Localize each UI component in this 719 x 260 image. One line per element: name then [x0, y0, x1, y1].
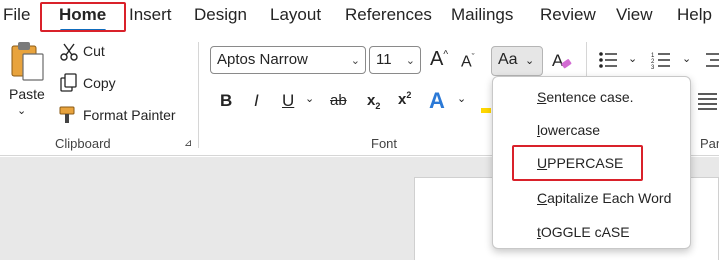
clear-formatting-icon[interactable]: A [551, 50, 573, 72]
chevron-down-icon: ⌄ [350, 55, 360, 67]
clipboard-group-label: Clipboard [55, 136, 111, 151]
change-case-button-label: Aa [498, 51, 518, 68]
chevron-down-icon: ⌄ [525, 55, 535, 67]
paragraph-group-label: Par [700, 136, 719, 151]
bullets-icon[interactable] [598, 50, 618, 70]
menu-item-capitalize-each-word[interactable]: Capitalize Each Word [537, 190, 671, 206]
ribbon-tab-bar: File Home Insert Design Layout Reference… [0, 0, 719, 34]
highlight-color-icon[interactable] [481, 108, 491, 113]
format-painter-icon[interactable] [58, 105, 78, 125]
svg-text:3: 3 [651, 65, 655, 70]
menu-item-label: OGGLE cASE [540, 224, 630, 240]
font-name-combobox[interactable]: Aptos Narrow ⌄ [210, 46, 366, 74]
paste-button-label[interactable]: Paste [9, 86, 45, 102]
menu-item-label: apitalize Each Word [547, 190, 672, 206]
copy-icon[interactable] [59, 73, 79, 93]
tab-file[interactable]: File [3, 5, 30, 25]
text-effects-icon[interactable]: A [429, 88, 445, 114]
copy-button-label[interactable]: Copy [83, 75, 116, 91]
tab-mailings[interactable]: Mailings [451, 5, 513, 25]
font-size-value: 11 [376, 51, 392, 68]
menu-item-toggle-case[interactable]: tOGGLE cASE [537, 224, 630, 240]
text-effects-chevron-down-icon[interactable]: ⌄ [457, 92, 466, 105]
home-tab-highlight-box [40, 2, 126, 32]
font-size-combobox[interactable]: 11 ⌄ [369, 46, 421, 74]
clipboard-dialog-launcher-icon[interactable]: ⊿ [184, 138, 192, 149]
chevron-down-icon: ⌄ [405, 55, 415, 67]
subscript-icon[interactable]: x2 [367, 92, 380, 111]
align-icon[interactable] [697, 90, 717, 110]
bold-icon[interactable]: B [220, 91, 232, 111]
tab-design[interactable]: Design [194, 5, 247, 25]
menu-item-accelerator: C [537, 190, 548, 206]
italic-icon[interactable]: I [254, 91, 259, 111]
tab-layout[interactable]: Layout [270, 5, 321, 25]
font-group-label: Font [371, 136, 398, 151]
underline-icon[interactable]: U [282, 91, 294, 111]
numbering-icon[interactable]: 1 2 3 [651, 50, 671, 70]
menu-item-lowercase[interactable]: lowercase [537, 122, 600, 138]
tab-references[interactable]: References [345, 5, 432, 25]
menu-item-label: owercase [540, 122, 601, 138]
numbering-chevron-down-icon[interactable]: ⌄ [682, 52, 691, 65]
shrink-font-icon[interactable]: Aˇ [461, 52, 475, 71]
font-name-value: Aptos Narrow [217, 51, 308, 68]
tab-review[interactable]: Review [540, 5, 596, 25]
uppercase-highlight-box [512, 145, 643, 181]
paste-chevron-down-icon[interactable]: ⌄ [17, 104, 26, 117]
underline-chevron-down-icon[interactable]: ⌄ [305, 92, 314, 105]
cut-button-label[interactable]: Cut [83, 43, 105, 59]
tab-view[interactable]: View [616, 5, 653, 25]
format-painter-button-label[interactable]: Format Painter [83, 107, 176, 123]
paste-icon[interactable] [10, 40, 46, 82]
tab-help[interactable]: Help [677, 5, 712, 25]
svg-text:A: A [552, 51, 564, 70]
menu-item-accelerator: S [537, 89, 547, 105]
scissors-icon[interactable] [59, 42, 79, 62]
menu-item-label: entence case. [546, 89, 634, 105]
change-case-button[interactable]: Aa ⌄ [491, 46, 543, 76]
change-case-menu: Sentence case. lowercase UPPERCASE Capit… [492, 76, 691, 249]
strikethrough-icon[interactable]: ab [330, 92, 347, 109]
group-separator [198, 42, 199, 148]
menu-item-sentence-case[interactable]: Sentence case. [537, 89, 634, 105]
bullets-chevron-down-icon[interactable]: ⌄ [628, 52, 637, 65]
grow-font-icon[interactable]: A^ [430, 48, 448, 71]
tab-insert[interactable]: Insert [129, 5, 172, 25]
superscript-icon[interactable]: x2 [398, 90, 411, 108]
multilevel-list-icon[interactable] [704, 50, 719, 70]
